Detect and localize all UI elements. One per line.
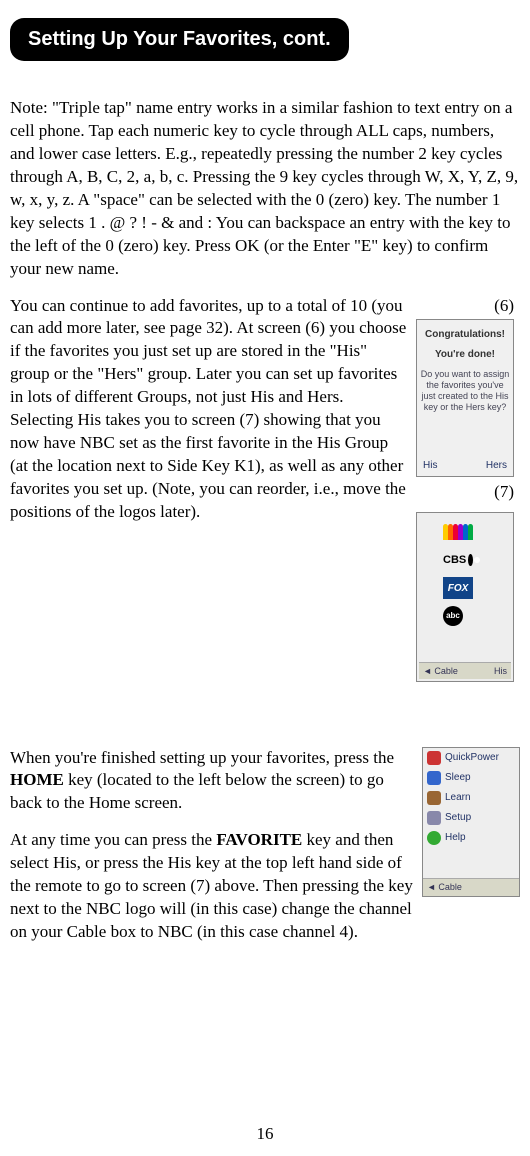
shot7-bar-right: His — [494, 665, 507, 677]
logo-abc: abc — [419, 603, 511, 629]
logo-cbs: CBS — [419, 547, 511, 573]
menu-sleep: Sleep — [423, 768, 519, 788]
logo-fox: FOX — [419, 575, 511, 601]
note-paragraph: Note: "Triple tap" name entry works in a… — [10, 97, 520, 281]
menu-quickpower: QuickPower — [423, 748, 519, 768]
power-icon — [427, 751, 441, 765]
page-number: 16 — [0, 1123, 530, 1146]
figure-label-7: (7) — [416, 481, 520, 504]
menu-help: Help — [423, 828, 519, 848]
menu-setup: Setup — [423, 808, 519, 828]
learn-icon — [427, 791, 441, 805]
sleep-icon — [427, 771, 441, 785]
screenshot-7: CBS FOX abc ◄ Cable His — [416, 512, 514, 682]
nbc-peacock-icon — [443, 524, 473, 540]
section-home: QuickPower Sleep Learn Setup Help ◄ Cabl… — [10, 747, 520, 959]
shot8-bar-left: ◄ Cable — [427, 882, 462, 892]
logo-nbc — [419, 519, 511, 545]
cbs-eye-icon — [468, 554, 473, 566]
shot7-bar-left: ◄ Cable — [423, 665, 458, 677]
shot6-softkey-his: His — [423, 459, 437, 473]
home-key-bold: HOME — [10, 770, 64, 789]
shot6-done: You're done! — [419, 348, 511, 362]
menu-learn: Learn — [423, 788, 519, 808]
help-icon — [427, 831, 441, 845]
section-groups: (6) Congratulations! You're done! Do you… — [10, 295, 520, 715]
screenshot-home-menu: QuickPower Sleep Learn Setup Help ◄ Cabl… — [422, 747, 520, 897]
shot6-softkey-hers: Hers — [486, 459, 507, 473]
figure-label-6: (6) — [416, 295, 520, 318]
shot6-congrats: Congratulations! — [419, 328, 511, 342]
favorite-key-bold: FAVORITE — [216, 830, 302, 849]
screenshot-6: Congratulations! You're done! Do you wan… — [416, 319, 514, 477]
shot6-question: Do you want to assign the favorites you'… — [419, 369, 511, 412]
page-header: Setting Up Your Favorites, cont. — [10, 18, 349, 61]
setup-icon — [427, 811, 441, 825]
